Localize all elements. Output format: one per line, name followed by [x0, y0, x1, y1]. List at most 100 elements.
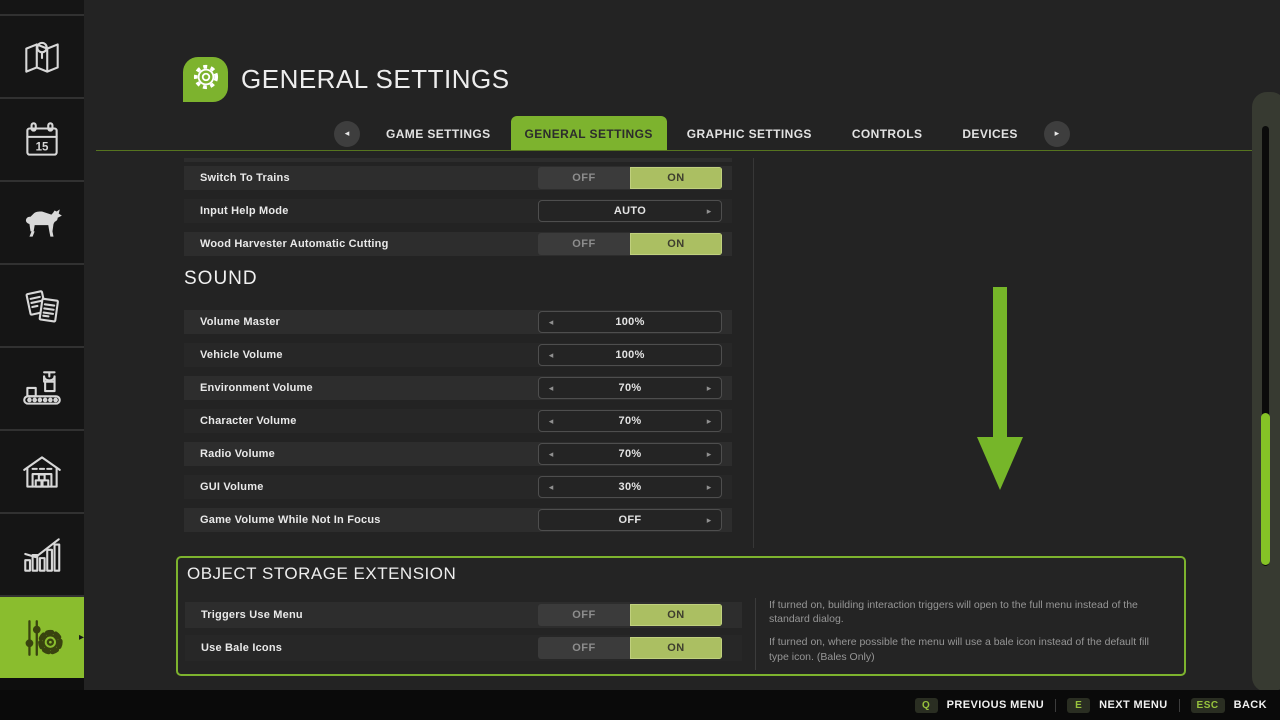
- shortcut-q[interactable]: QPREVIOUS MENU: [915, 698, 1045, 713]
- sound-setting-row: Radio Volume ◂70%▸: [184, 442, 732, 466]
- toggle-switch-to-trains[interactable]: OFFON: [538, 167, 722, 189]
- stepper-right-arrow-icon[interactable]: ▸: [704, 515, 714, 526]
- setting-label: Volume Master: [184, 316, 280, 328]
- general-setting-row: Wood Harvester Automatic Cutting OFFON: [184, 232, 732, 256]
- tab-general-settings[interactable]: GENERAL SETTINGS: [511, 116, 667, 151]
- statistics-icon: [19, 532, 65, 578]
- toggle-on-option[interactable]: ON: [630, 233, 722, 255]
- stepper-left-arrow-icon[interactable]: ◂: [546, 482, 556, 493]
- animals-icon: [19, 200, 65, 246]
- sidebar-item-map[interactable]: [0, 14, 84, 97]
- shortcut-esc[interactable]: ESCBACK: [1191, 698, 1267, 713]
- toggle-on-option[interactable]: ON: [630, 167, 722, 189]
- stepper-environment-volume[interactable]: ◂70%▸: [538, 377, 722, 399]
- setting-label: Radio Volume: [184, 448, 275, 460]
- toggle-on-option[interactable]: ON: [630, 637, 722, 659]
- setting-label: Environment Volume: [184, 382, 313, 394]
- setting-label: Wood Harvester Automatic Cutting: [184, 238, 389, 250]
- stepper-value: 100%: [539, 349, 721, 361]
- general-rows: Switch To TrainsOFFONInput Help Mode◂AUT…: [184, 166, 732, 256]
- sidebar-item-contracts[interactable]: [0, 263, 84, 346]
- stepper-value: 30%: [539, 481, 721, 493]
- tab-controls[interactable]: CONTROLS: [832, 116, 943, 151]
- tab-game-settings[interactable]: GAME SETTINGS: [366, 116, 511, 151]
- toggle-off-option[interactable]: OFF: [538, 233, 630, 255]
- gear-icon: [188, 59, 224, 100]
- stepper-left-arrow-icon[interactable]: ◂: [546, 416, 556, 427]
- tab-underline: [96, 150, 1256, 151]
- settings-list: Switch To TrainsOFFONInput Help Mode◂AUT…: [184, 158, 732, 541]
- storage-icon: [19, 449, 65, 495]
- stepper-value: 70%: [539, 415, 721, 427]
- shortcut-label: PREVIOUS MENU: [947, 699, 1045, 711]
- settings-icon: [19, 615, 65, 661]
- footer-divider: [1055, 699, 1056, 712]
- setting-label: Use Bale Icons: [185, 642, 282, 654]
- stepper-left-arrow-icon[interactable]: ◂: [546, 449, 556, 460]
- sound-setting-row: Volume Master ◂100%▸: [184, 310, 732, 334]
- stepper-vehicle-volume[interactable]: ◂100%▸: [538, 344, 722, 366]
- stepper-value: 70%: [539, 382, 721, 394]
- list-right-divider: [753, 158, 754, 548]
- toggle-use-bale-icons[interactable]: OFFON: [538, 637, 722, 659]
- setting-label: GUI Volume: [184, 481, 264, 493]
- toggle-off-option[interactable]: OFF: [538, 637, 630, 659]
- sidebar-item-settings[interactable]: ▸: [0, 595, 84, 678]
- setting-label: Switch To Trains: [184, 172, 290, 184]
- shortcut-e[interactable]: ENEXT MENU: [1067, 698, 1167, 713]
- map-icon: [19, 34, 65, 80]
- sidebar-item-animals[interactable]: [0, 180, 84, 263]
- ose-setting-row: Triggers Use MenuOFFON: [185, 602, 742, 628]
- tab-devices[interactable]: DEVICES: [942, 116, 1037, 151]
- production-icon: [19, 366, 65, 412]
- stepper-right-arrow-icon[interactable]: ▸: [704, 449, 714, 460]
- ose-divider: [755, 598, 756, 670]
- setting-label: Character Volume: [184, 415, 297, 427]
- stepper-game-volume-while-not-in-focus[interactable]: ◂OFF▸: [538, 509, 722, 531]
- sidebar-item-statistics[interactable]: [0, 512, 84, 595]
- toggle-wood-harvester-automatic-cutting[interactable]: OFFON: [538, 233, 722, 255]
- stepper-volume-master[interactable]: ◂100%▸: [538, 311, 722, 333]
- stepper-left-arrow-icon[interactable]: ◂: [546, 383, 556, 394]
- general-setting-row: Switch To Trains OFFON: [184, 166, 732, 190]
- footer-divider: [1179, 699, 1180, 712]
- svg-text:15: 15: [36, 141, 49, 153]
- toggle-on-option[interactable]: ON: [630, 604, 722, 626]
- sound-setting-row: GUI Volume ◂30%▸: [184, 475, 732, 499]
- tabs-prev-button[interactable]: ◂: [334, 121, 360, 147]
- ose-rows: Triggers Use MenuOFFONUse Bale IconsOFFO…: [185, 602, 742, 668]
- scrollbar-thumb[interactable]: [1261, 413, 1270, 565]
- sound-setting-row: Vehicle Volume◂100%▸: [184, 343, 732, 367]
- stepper-left-arrow-icon[interactable]: ◂: [546, 350, 556, 361]
- stepper-character-volume[interactable]: ◂70%▸: [538, 410, 722, 432]
- stepper-radio-volume[interactable]: ◂70%▸: [538, 443, 722, 465]
- sound-setting-row: Game Volume While Not In Focus ◂OFF▸: [184, 508, 732, 532]
- sidebar-item-production[interactable]: [0, 346, 84, 429]
- tab-graphic-settings[interactable]: GRAPHIC SETTINGS: [667, 116, 832, 151]
- stepper-gui-volume[interactable]: ◂30%▸: [538, 476, 722, 498]
- tabs-next-button[interactable]: ▸: [1044, 121, 1070, 147]
- sidebar-item-storage[interactable]: [0, 429, 84, 512]
- toggle-off-option[interactable]: OFF: [538, 604, 630, 626]
- sound-setting-row: Character Volume ◂70%▸: [184, 409, 732, 433]
- sidebar-item-calendar[interactable]: 15: [0, 97, 84, 180]
- setting-label: Game Volume While Not In Focus: [184, 514, 381, 526]
- tab-bar: ◂ GAME SETTINGSGENERAL SETTINGSGRAPHIC S…: [328, 116, 1076, 151]
- general-setting-row: Input Help Mode◂AUTO▸: [184, 199, 732, 223]
- sidebar-tile-partial: [0, 0, 84, 14]
- stepper-right-arrow-icon[interactable]: ▸: [704, 416, 714, 427]
- page-title: GENERAL SETTINGS: [241, 64, 510, 95]
- toggle-triggers-use-menu[interactable]: OFFON: [538, 604, 722, 626]
- sound-rows: Volume Master◂100%▸Vehicle Volume◂100%▸E…: [184, 310, 732, 532]
- toggle-off-option[interactable]: OFF: [538, 167, 630, 189]
- contracts-icon: [19, 283, 65, 329]
- stepper-input-help-mode[interactable]: ◂AUTO▸: [538, 200, 722, 222]
- stepper-right-arrow-icon[interactable]: ▸: [704, 206, 714, 217]
- stepper-right-arrow-icon[interactable]: ▸: [704, 482, 714, 493]
- stepper-left-arrow-icon[interactable]: ◂: [546, 317, 556, 328]
- ose-description-2: If turned on, where possible the menu wi…: [769, 635, 1171, 663]
- stepper-right-arrow-icon[interactable]: ▸: [704, 383, 714, 394]
- stepper-value: AUTO: [539, 205, 721, 217]
- key-badge-esc: ESC: [1191, 698, 1225, 713]
- key-badge-e: E: [1067, 698, 1090, 713]
